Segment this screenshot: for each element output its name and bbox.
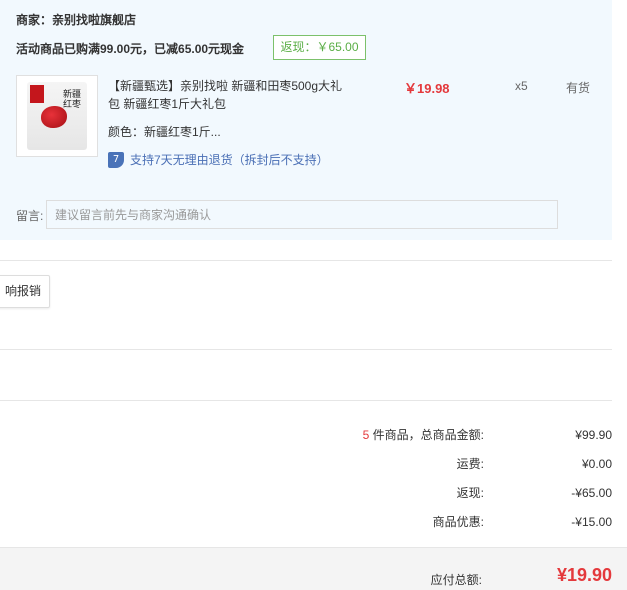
item-total-value: ¥99.90 <box>575 427 612 442</box>
product-thumbnail[interactable]: 新疆红枣 <box>16 75 98 157</box>
note-input[interactable] <box>46 200 558 229</box>
promo-text: 活动商品已购满99.00元，已减65.00元现金 <box>16 42 245 56</box>
return-policy-text: 支持7天无理由退货（拆封后不支持） <box>130 153 329 167</box>
note-label: 留言: <box>16 209 44 223</box>
product-title[interactable]: 【新疆甄选】亲别找啦 新疆和田枣500g大礼包 新疆红枣1斤大礼包 <box>108 77 353 113</box>
item-total-label: 5 件商品，总商品金额: <box>362 428 484 442</box>
section-divider <box>0 349 612 350</box>
rebate-label: 返现: <box>456 486 484 500</box>
shop-label: 商家： <box>16 13 53 27</box>
brand-tag-icon <box>30 85 44 103</box>
shipping-label: 运费: <box>456 457 484 471</box>
product-spec: 颜色：新疆红枣1斤... <box>108 125 221 139</box>
section-divider <box>0 400 612 401</box>
summary-item-total: 5 件商品，总商品金额: ¥99.90 <box>284 426 612 443</box>
shop-name[interactable]: 商家：亲别找啦旗舰店 <box>16 11 136 28</box>
section-divider <box>0 260 612 261</box>
discount-label: 商品优惠: <box>432 515 484 529</box>
shop-name-text[interactable]: 亲别找啦旗舰店 <box>52 13 136 27</box>
summary-discount: 商品优惠: -¥15.00 <box>284 513 612 530</box>
rebate-badge: 返现：￥65.00 <box>273 35 366 60</box>
product-package-image: 新疆红枣 <box>27 82 87 150</box>
summary-shipping: 运费: ¥0.00 <box>284 455 612 472</box>
unit-price: ￥19.98 <box>404 81 450 96</box>
invoice-reimburse-button[interactable]: 响报销 <box>0 275 50 308</box>
discount-value: -¥15.00 <box>571 514 612 529</box>
package-title: 新疆红枣 <box>63 90 82 110</box>
return-policy: 7 支持7天无理由退货（拆封后不支持） <box>108 151 329 168</box>
shop-order-panel: 商家：亲别找啦旗舰店 活动商品已购满99.00元，已减65.00元现金 返现：￥… <box>0 0 612 240</box>
rebate-value: -¥65.00 <box>571 485 612 500</box>
payable-total-bar: 应付总额: ¥19.90 <box>0 547 627 590</box>
stock-status: 有货 <box>566 81 591 95</box>
quantity: x5 <box>515 79 528 93</box>
summary-rebate: 返现: -¥65.00 <box>284 484 612 501</box>
payable-label: 应付总额: <box>430 573 482 587</box>
shipping-value: ¥0.00 <box>581 456 612 471</box>
seven-day-return-icon: 7 <box>108 151 124 168</box>
payable-value: ¥19.90 <box>556 565 612 585</box>
